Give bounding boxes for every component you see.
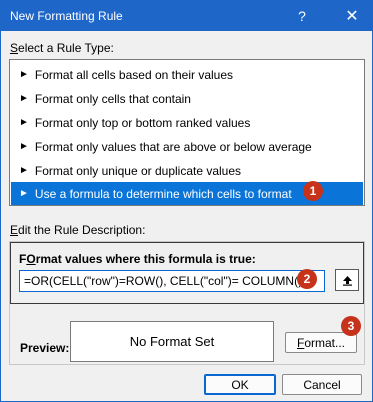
rule-item-label: Format all cells based on their values bbox=[34, 67, 233, 82]
formula-label-accesskey: O bbox=[26, 252, 36, 266]
rule-item-top-bottom[interactable]: ► Format only top or bottom ranked value… bbox=[11, 111, 363, 134]
close-button[interactable]: ✕ bbox=[332, 1, 372, 31]
preview-box: No Format Set bbox=[70, 321, 274, 362]
format-button-label: ormat... bbox=[304, 335, 346, 350]
new-formatting-rule-dialog: New Formatting Rule ? ✕ Select a Rule Ty… bbox=[0, 0, 373, 402]
ok-button[interactable]: OK bbox=[204, 374, 276, 395]
rule-item-above-below-average[interactable]: ► Format only values that are above or b… bbox=[11, 135, 363, 158]
rule-item-cells-contain[interactable]: ► Format only cells that contain bbox=[11, 87, 363, 110]
title-bar: New Formatting Rule ? ✕ bbox=[1, 1, 372, 31]
cancel-button[interactable]: Cancel bbox=[282, 374, 362, 395]
description-label-text: dit the Rule Description: bbox=[18, 223, 146, 237]
description-section-label: Edit the Rule Description: bbox=[10, 223, 145, 237]
formula-label: FOrmat values where this formula is true… bbox=[19, 252, 256, 266]
description-label-accesskey: E bbox=[10, 223, 19, 237]
arrow-right-icon: ► bbox=[19, 93, 29, 104]
arrow-right-icon: ► bbox=[19, 188, 29, 199]
formula-input[interactable]: =OR(CELL("row")=ROW(), CELL("col")= COLU… bbox=[19, 270, 325, 292]
rule-item-label: Format only values that are above or bel… bbox=[34, 139, 312, 154]
rule-item-unique-duplicate[interactable]: ► Format only unique or duplicate values bbox=[11, 159, 363, 182]
help-button[interactable]: ? bbox=[282, 1, 322, 31]
formula-label-text: rmat values where this formula is true: bbox=[35, 252, 256, 266]
arrow-right-icon: ► bbox=[19, 165, 29, 176]
collapse-dialog-button[interactable] bbox=[335, 269, 359, 291]
collapse-arrow-icon bbox=[342, 275, 352, 286]
rule-type-section-label: Select a Rule Type: bbox=[10, 41, 114, 55]
preview-label: Preview: bbox=[20, 341, 70, 355]
preview-text: No Format Set bbox=[129, 334, 215, 349]
rule-item-label: Use a formula to determine which cells t… bbox=[34, 186, 292, 201]
rule-item-all-cells[interactable]: ► Format all cells based on their values bbox=[11, 63, 363, 86]
dialog-title: New Formatting Rule bbox=[10, 9, 123, 23]
step-badge-1: 1 bbox=[303, 181, 323, 201]
arrow-right-icon: ► bbox=[19, 69, 29, 80]
step-badge-3: 3 bbox=[341, 316, 361, 336]
format-button-accesskey: F bbox=[296, 335, 305, 350]
rule-item-label: Format only top or bottom ranked values bbox=[34, 115, 251, 130]
rule-type-label-text: elect a Rule Type: bbox=[18, 41, 114, 55]
step-badge-2: 2 bbox=[297, 269, 317, 289]
rule-type-label-accesskey: S bbox=[10, 41, 19, 55]
rule-item-label: Format only unique or duplicate values bbox=[34, 163, 242, 178]
rule-item-label: Format only cells that contain bbox=[34, 91, 191, 106]
rule-description-panel: F Ormat values where this formula is true… bbox=[9, 241, 365, 365]
arrow-right-icon: ► bbox=[19, 117, 29, 128]
arrow-right-icon: ► bbox=[19, 141, 29, 152]
